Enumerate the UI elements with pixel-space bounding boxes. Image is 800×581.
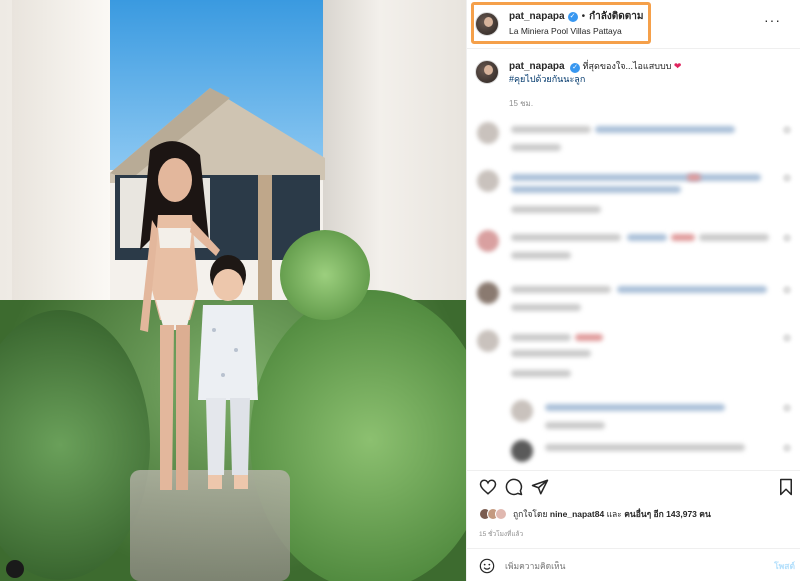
comment [477, 170, 797, 213]
more-options-icon[interactable]: ··· [764, 12, 781, 28]
comment-text-blurred [511, 186, 681, 193]
liker-avatar [495, 508, 507, 520]
header-highlight-box [471, 2, 651, 44]
liker-username[interactable]: nine_napat84 [550, 509, 604, 519]
likes-summary: ถูกใจโดย nine_napat84 และ คนอื่นๆ อีก 14… [479, 507, 711, 521]
comment-text-blurred [699, 234, 769, 241]
comment-avatar [477, 122, 499, 144]
comment-text-blurred [671, 234, 695, 241]
comment [477, 330, 797, 377]
caption-hashtag[interactable]: #คุยไปด้วยกันนะลูก [509, 74, 585, 84]
comment [477, 122, 797, 156]
comment-like-icon[interactable] [783, 404, 791, 412]
actions-divider [467, 470, 800, 471]
comment-meta-blurred [511, 144, 561, 151]
verified-badge-icon: ✓ [570, 63, 581, 73]
header-divider [467, 48, 800, 49]
heart-icon[interactable] [479, 478, 497, 496]
comment-like-icon[interactable] [783, 334, 791, 342]
post-photo[interactable] [0, 0, 466, 581]
likes-prefix: ถูกใจโดย [513, 509, 548, 519]
comment-text-blurred [511, 334, 571, 341]
likes-text: ถูกใจโดย nine_napat84 และ คนอื่นๆ อีก 14… [513, 507, 711, 521]
comment-like-icon[interactable] [783, 174, 791, 182]
likes-middle: และ [606, 509, 622, 519]
comment-avatar [477, 282, 499, 304]
comment-text-blurred [687, 174, 701, 181]
comment-text-blurred [511, 350, 591, 357]
child-figure [198, 255, 258, 489]
comment-text-blurred [617, 286, 767, 293]
comment-meta-blurred [511, 304, 581, 311]
comment [477, 230, 797, 264]
comment-icon[interactable] [505, 478, 523, 496]
comment-reply [511, 440, 797, 474]
left-wall-panel [12, 0, 110, 330]
post-details-panel: pat_napapa ✓ • กำลังติดตาม La Miniera Po… [466, 0, 800, 581]
comment-text-blurred [575, 334, 603, 341]
comment-input[interactable] [505, 561, 745, 571]
heart-emoji: ❤ [673, 61, 682, 71]
action-bar [479, 478, 795, 498]
caption: pat_napapa ✓ ที่สุดของใจ...ไอแสบบบ ❤ #คุ… [475, 60, 793, 86]
post-timestamp: 15 ชั่วโมงที่แล้ว [479, 531, 524, 538]
comment-like-icon[interactable] [783, 234, 791, 242]
comment-meta-blurred [511, 370, 571, 377]
comment-text-blurred [511, 126, 591, 133]
comment-text-blurred [511, 174, 761, 181]
comment-like-icon[interactable] [783, 286, 791, 294]
comment-like-icon[interactable] [783, 126, 791, 134]
comment-like-icon[interactable] [783, 444, 791, 452]
post-comment-button[interactable]: โพสต์ [774, 559, 795, 573]
likes-count-link[interactable]: คนอื่นๆ อีก 143,973 คน [624, 509, 711, 519]
comment-avatar [477, 230, 499, 252]
caption-username[interactable]: pat_napapa [509, 61, 565, 72]
caption-time: 15 ชม. [509, 99, 534, 108]
caption-avatar[interactable] [475, 60, 499, 84]
caption-text: ที่สุดของใจ...ไอแสบบบ [582, 61, 672, 71]
caption-text-block: pat_napapa ✓ ที่สุดของใจ...ไอแสบบบ ❤ #คุ… [509, 60, 681, 86]
bookmark-icon[interactable] [777, 478, 795, 496]
comment-text-blurred [511, 234, 621, 241]
comment-reply [511, 400, 797, 434]
plant-top-right [280, 230, 370, 320]
comment-avatar [477, 170, 499, 192]
emoji-icon[interactable] [479, 558, 495, 574]
comment [477, 282, 797, 316]
comment-avatar [511, 400, 533, 422]
comment-meta-blurred [545, 422, 605, 429]
comment-meta-blurred [511, 252, 571, 259]
comment-text-blurred [627, 234, 667, 241]
user-avatar[interactable] [6, 560, 24, 578]
comment-meta-blurred [511, 206, 601, 213]
comment-text-blurred [595, 126, 735, 133]
share-icon[interactable] [531, 478, 549, 496]
comment-avatar [511, 440, 533, 462]
comment-box-divider [467, 548, 800, 549]
comment-text-blurred [545, 444, 745, 451]
comment-avatar [477, 330, 499, 352]
add-comment-bar: โพสต์ [479, 556, 795, 576]
comment-text-blurred [545, 404, 725, 411]
comment-text-blurred [511, 286, 611, 293]
